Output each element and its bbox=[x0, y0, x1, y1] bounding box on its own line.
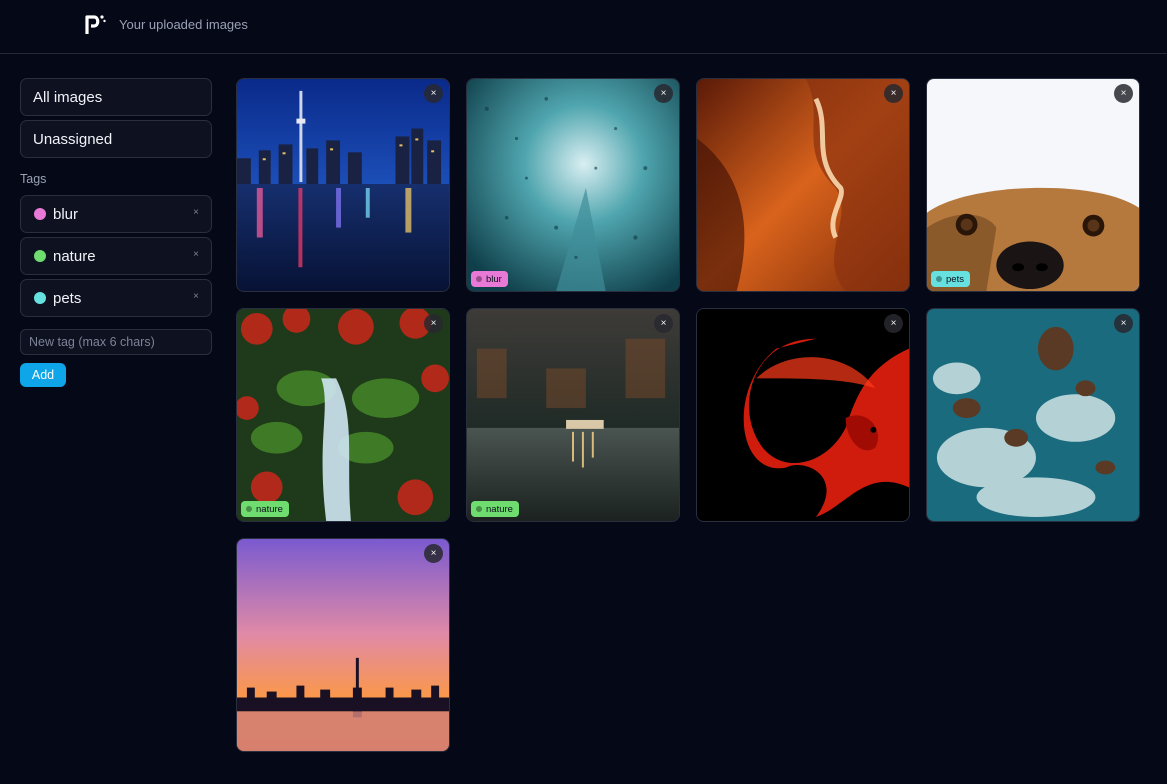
remove-image-button[interactable]: × bbox=[1114, 314, 1133, 333]
badge-dot bbox=[936, 276, 942, 282]
tag-badge-nature: nature bbox=[471, 501, 519, 517]
sidebar: All images Unassigned Tags blur × nature… bbox=[20, 78, 212, 387]
top-bar: Your uploaded images bbox=[0, 0, 1167, 54]
tag-item-nature[interactable]: nature × bbox=[20, 237, 212, 275]
logo-icon bbox=[85, 15, 106, 34]
remove-image-button[interactable]: × bbox=[1114, 84, 1133, 103]
tag-item-pets[interactable]: pets × bbox=[20, 279, 212, 317]
remove-tag-icon[interactable]: × bbox=[193, 291, 199, 302]
tags-heading: Tags bbox=[20, 172, 47, 186]
remove-tag-icon[interactable]: × bbox=[193, 249, 199, 260]
tag-label: pets bbox=[53, 290, 82, 307]
image-card[interactable]: × bbox=[926, 308, 1140, 522]
image-card[interactable]: × bbox=[236, 538, 450, 752]
badge-label: pets bbox=[946, 273, 964, 285]
badge-dot bbox=[476, 276, 482, 282]
add-tag-button[interactable]: Add bbox=[20, 363, 66, 387]
badge-label: blur bbox=[486, 273, 502, 285]
remove-image-button[interactable]: × bbox=[654, 84, 673, 103]
tag-badge-nature: nature bbox=[241, 501, 289, 517]
tag-badge-pets: pets bbox=[931, 271, 970, 287]
remove-image-button[interactable]: × bbox=[424, 544, 443, 563]
image-card[interactable]: × nature bbox=[466, 308, 680, 522]
remove-image-button[interactable]: × bbox=[884, 314, 903, 333]
badge-label: nature bbox=[486, 503, 513, 515]
remove-image-button[interactable]: × bbox=[424, 314, 443, 333]
image-card[interactable]: × bbox=[696, 78, 910, 292]
tag-item-blur[interactable]: blur × bbox=[20, 195, 212, 233]
dog-image bbox=[927, 79, 1139, 291]
tag-label: blur bbox=[53, 206, 79, 223]
lake-forest-image bbox=[467, 309, 679, 521]
remove-image-button[interactable]: × bbox=[424, 84, 443, 103]
rainy-street-image bbox=[467, 79, 679, 291]
new-tag-input[interactable] bbox=[20, 329, 212, 355]
image-card[interactable]: × bbox=[236, 78, 450, 292]
city-skyline-image bbox=[237, 79, 449, 291]
remove-tag-icon[interactable]: × bbox=[193, 207, 199, 218]
image-card[interactable]: × bbox=[696, 308, 910, 522]
waterfall-image bbox=[237, 309, 449, 521]
unassigned-button[interactable]: Unassigned bbox=[20, 120, 212, 158]
tag-color-dot bbox=[34, 208, 46, 220]
image-card[interactable]: × nature bbox=[236, 308, 450, 522]
tag-color-dot bbox=[34, 292, 46, 304]
tag-label: nature bbox=[53, 248, 96, 265]
badge-dot bbox=[476, 506, 482, 512]
tag-color-dot bbox=[34, 250, 46, 262]
image-card[interactable]: × blur bbox=[466, 78, 680, 292]
badge-dot bbox=[246, 506, 252, 512]
ocean-rocks-image bbox=[927, 309, 1139, 521]
remove-image-button[interactable]: × bbox=[654, 314, 673, 333]
page-title: Your uploaded images bbox=[119, 17, 248, 32]
all-images-button[interactable]: All images bbox=[20, 78, 212, 116]
betta-fish-image bbox=[697, 309, 909, 521]
image-card[interactable]: × pets bbox=[926, 78, 1140, 292]
remove-image-button[interactable]: × bbox=[884, 84, 903, 103]
badge-label: nature bbox=[256, 503, 283, 515]
sunset-skyline-image bbox=[237, 539, 449, 751]
tag-badge-blur: blur bbox=[471, 271, 508, 287]
canyon-image bbox=[697, 79, 909, 291]
